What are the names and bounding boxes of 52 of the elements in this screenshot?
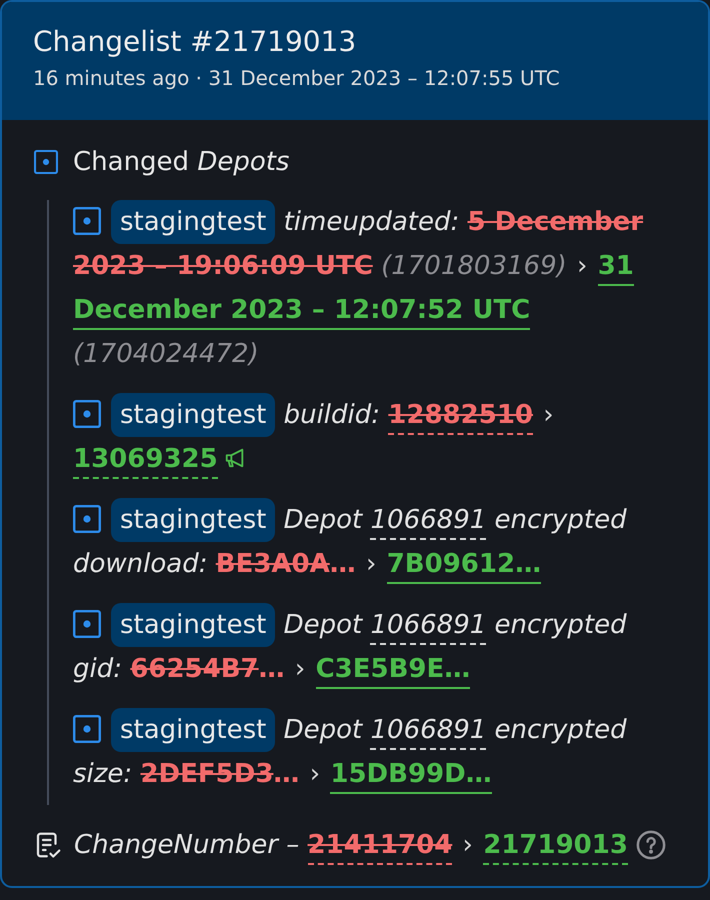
dot-square-icon <box>73 610 101 638</box>
old-value: 2023 – 19:06:09 UTC <box>73 250 373 283</box>
branch-badge: stagingtest <box>111 498 276 542</box>
help-icon[interactable] <box>636 830 666 860</box>
field-label: encrypted <box>494 505 627 535</box>
section-title: Changed Depots <box>73 146 290 179</box>
depot-link[interactable]: 1066891 <box>370 502 486 540</box>
raw-value: (1704024472) <box>73 339 259 369</box>
field-label: encrypted <box>494 610 627 640</box>
branch-badge: stagingtest <box>111 603 276 647</box>
change-arrow: › <box>462 830 474 860</box>
field-label: ChangeNumber – <box>74 830 300 860</box>
depot-link[interactable]: 1066891 <box>370 607 486 645</box>
old-value: 21411704 <box>308 827 452 865</box>
new-value: December 2023 – 12:07:52 UTC <box>73 292 530 330</box>
field-label: Depot <box>284 715 362 745</box>
new-value: 7B09612… <box>386 546 542 584</box>
field-label: Depot <box>284 610 362 640</box>
change-arrow: › <box>365 549 378 579</box>
branch-badge: stagingtest <box>111 200 276 244</box>
change-arrow: › <box>576 251 588 281</box>
change-arrow: › <box>542 400 555 430</box>
new-value: 31 <box>598 248 634 286</box>
changelist-title: Changelist #21719013 <box>33 24 356 60</box>
field-label: encrypted <box>494 715 627 745</box>
new-value: 21719013 <box>483 827 628 865</box>
new-value: C3E5B9E… <box>316 651 470 689</box>
field-label: buildid: <box>284 400 380 430</box>
old-value: 12882510 <box>388 397 534 435</box>
change-arrow: › <box>294 654 306 684</box>
dot-square-icon <box>34 150 58 174</box>
dot-square-icon <box>73 504 101 533</box>
old-value: BE3A0A… <box>216 548 356 581</box>
dot-square-icon <box>73 400 101 428</box>
old-value: 5 December <box>467 206 644 239</box>
changelist-timestamp: 16 minutes ago · 31 December 2023 – 12:07:55 UTC <box>33 65 560 92</box>
raw-value: (1701803169) <box>381 251 567 281</box>
depot-link[interactable]: 1066891 <box>370 712 486 750</box>
branch-badge: stagingtest <box>111 708 276 752</box>
old-value: 66254B7… <box>130 653 285 686</box>
new-value: 13069325 <box>73 441 218 479</box>
old-value: 2DEF5D3… <box>140 758 300 791</box>
branch-badge: stagingtest <box>111 393 276 437</box>
field-label: Depot <box>284 505 362 535</box>
dot-square-icon <box>73 206 101 235</box>
field-label: gid: <box>73 654 122 684</box>
field-label: timeupdated: <box>284 207 460 237</box>
field-label: size: <box>73 759 132 789</box>
field-label: download: <box>73 549 208 579</box>
change-arrow: › <box>308 759 322 789</box>
new-value: 15DB99D… <box>330 756 492 794</box>
dot-square-icon <box>73 714 101 743</box>
